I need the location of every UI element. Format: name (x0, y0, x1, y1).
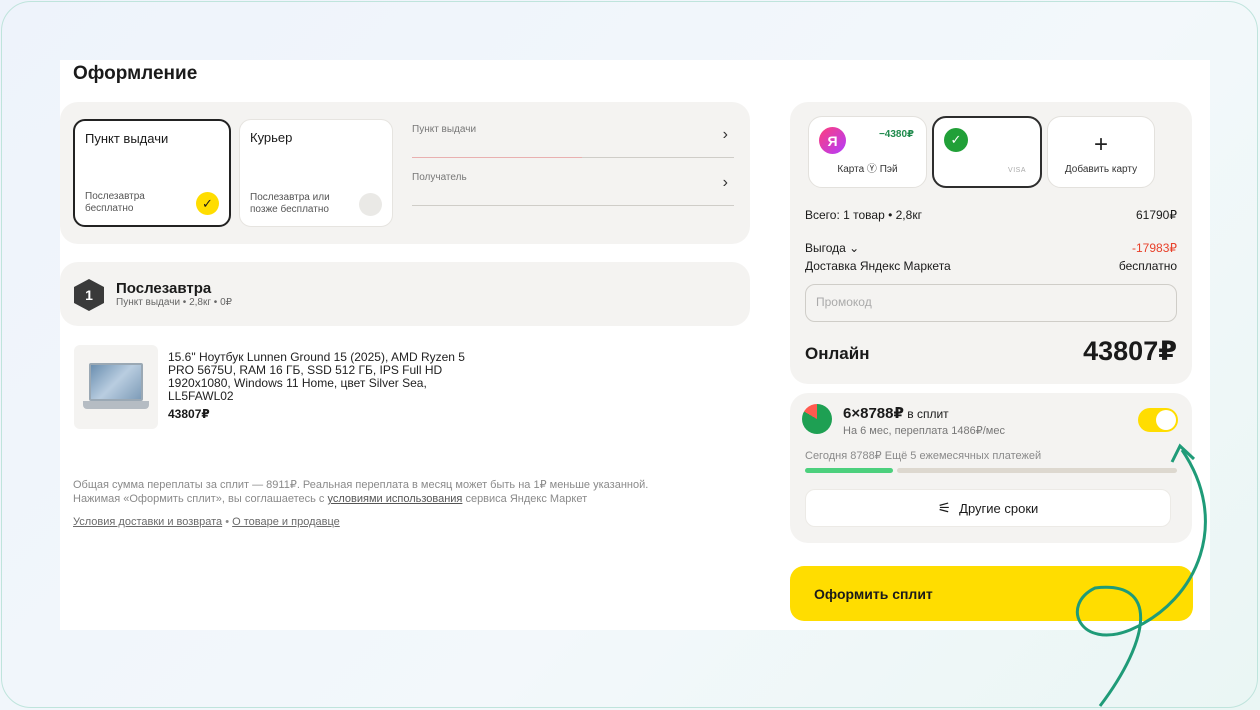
pickup-point-label: Пункт выдачи (412, 124, 477, 135)
split-subtitle: На 6 мес, переплата 1486₽/мес (843, 425, 1005, 437)
shipment-subtitle: Пункт выдачи • 2,8кг • 0₽ (116, 297, 232, 308)
radio-icon (359, 193, 382, 216)
product-price: 43807₽ (168, 407, 210, 421)
total-value: 61790₽ (1135, 208, 1177, 222)
pickup-option-title: Пункт выдачи (85, 131, 169, 146)
chevron-right-icon: › (722, 174, 728, 191)
terms-link[interactable]: условиями использования (327, 493, 462, 505)
courier-option-title: Курьер (250, 130, 293, 145)
pickup-option-sub: Послезавтра бесплатно (85, 191, 145, 214)
pickup-option[interactable]: Пункт выдачи Послезавтра бесплатно ✓ (73, 119, 231, 227)
toggle-knob (1156, 410, 1176, 430)
split-progress-rest (897, 468, 1177, 473)
product-name[interactable]: 15.6" Ноутбук Lunnen Ground 15 (2025), A… (168, 351, 488, 403)
split-toggle[interactable] (1138, 408, 1178, 432)
pickup-point-field[interactable]: Пункт выдачи › (412, 124, 734, 158)
promo-code-input[interactable]: Промокод (805, 284, 1177, 322)
courier-option-sub: Послезавтра или позже бесплатно (250, 192, 330, 215)
yandex-pay-card-option[interactable]: Я −4380₽ Карта Ⓨ Пэй (808, 116, 927, 188)
laptop-icon (83, 363, 149, 411)
recipient-label: Получатель (412, 172, 467, 183)
yandex-pay-logo-icon: Я (819, 127, 846, 154)
visa-card-option[interactable]: ✓ VISA (932, 116, 1042, 188)
recipient-field[interactable]: Получатель › (412, 172, 734, 206)
other-terms-button[interactable]: ⚟ Другие сроки (805, 489, 1171, 527)
sliders-icon: ⚟ (937, 500, 952, 517)
overpayment-note: Общая сумма переплаты за сплит — 8911₽. … (73, 479, 649, 491)
delivery-terms-link[interactable]: Условия доставки и возврата (73, 516, 222, 528)
shipment-title: Послезавтра (116, 280, 212, 297)
footer-links: Условия доставки и возврата • О товаре и… (73, 516, 340, 528)
product-image[interactable] (74, 345, 158, 429)
benefit-row[interactable]: Выгода ⌄ -17983₽ (805, 241, 1177, 255)
field-error-underline (412, 157, 582, 158)
split-legal-note: Общая сумма переплаты за сплит — 8911₽. … (73, 478, 713, 506)
yandex-pay-label: Карта Ⓨ Пэй (837, 164, 898, 175)
agreement-note: Нажимая «Оформить сплит», вы соглашаетес… (73, 493, 588, 505)
page-title: Оформление (73, 63, 198, 84)
yandex-pay-bonus: −4380₽ (878, 129, 914, 140)
add-card-button[interactable]: + Добавить карту (1047, 116, 1155, 188)
add-card-label: Добавить карту (1064, 164, 1138, 175)
plus-icon: + (1093, 131, 1108, 158)
other-terms-label: Другие сроки (959, 500, 1039, 516)
benefit-label[interactable]: Выгода ⌄ (805, 241, 859, 255)
split-progress-today (805, 468, 893, 473)
delivery-cost-value: бесплатно (1118, 259, 1177, 273)
visa-brand: VISA (1008, 167, 1026, 174)
bank-logo-icon: ✓ (944, 128, 968, 152)
chevron-right-icon: › (722, 126, 728, 143)
benefit-value: -17983₽ (1132, 241, 1177, 255)
split-title: 6×8788₽ в сплит (843, 405, 949, 422)
courier-option[interactable]: Курьер Послезавтра или позже бесплатно (239, 119, 393, 227)
online-total: 43807₽ (1083, 336, 1177, 366)
checkout-split-button[interactable]: Оформить сплит (790, 566, 1193, 621)
online-label: Онлайн (805, 344, 870, 363)
split-schedule: Сегодня 8788₽ Ещё 5 ежемесячных платежей (805, 450, 1042, 462)
total-label: Всего: 1 товар • 2,8кг (805, 208, 922, 222)
split-logo-icon (802, 404, 832, 434)
delivery-cost-label: Доставка Яндекс Маркета (805, 259, 951, 273)
check-icon: ✓ (196, 192, 219, 215)
total-row: Всего: 1 товар • 2,8кг 61790₽ (805, 208, 1177, 222)
product-seller-link[interactable]: О товаре и продавце (232, 516, 340, 528)
delivery-cost-row: Доставка Яндекс Маркета бесплатно (805, 259, 1177, 273)
